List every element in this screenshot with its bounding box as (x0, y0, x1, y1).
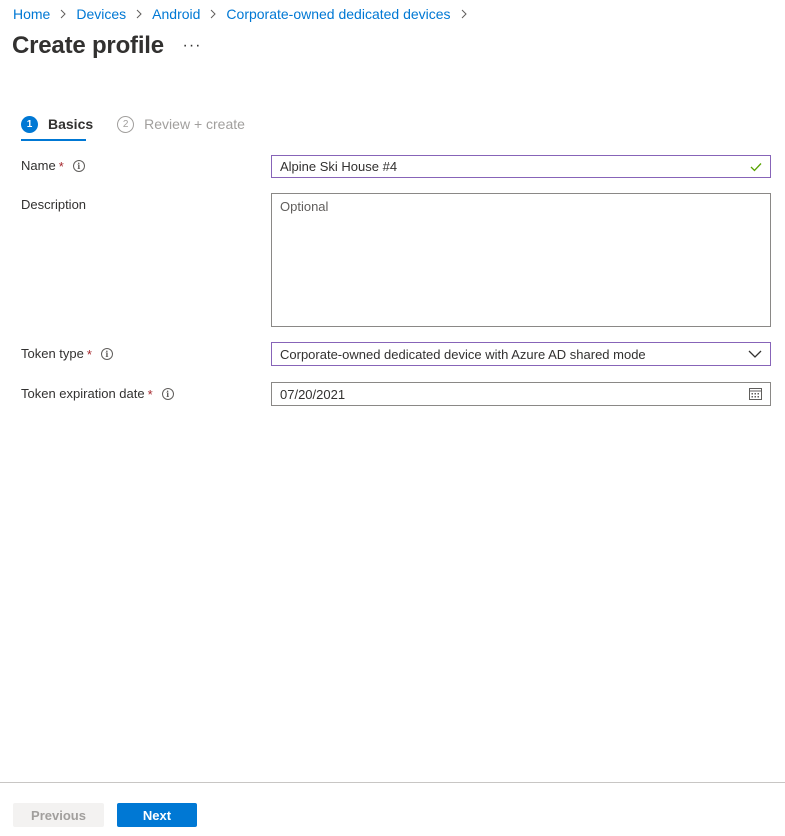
token-type-label-row: Token type * i (21, 345, 113, 363)
token-expiration-label-row: Token expiration date * i (21, 385, 174, 403)
chevron-right-icon (460, 9, 468, 19)
step-number-badge: 2 (117, 115, 135, 133)
description-placeholder: Optional (280, 199, 329, 214)
token-type-selected-value: Corporate-owned dedicated device with Az… (280, 346, 646, 362)
next-button[interactable]: Next (117, 803, 197, 827)
step-basics[interactable]: 1 Basics (21, 114, 94, 141)
description-field-label-row: Description (21, 196, 86, 214)
chevron-right-icon (59, 9, 67, 19)
page-title: Create profile (12, 32, 164, 59)
required-indicator: * (58, 158, 64, 174)
name-label: Name (21, 158, 56, 173)
token-expiration-date-label: Token expiration date (21, 386, 145, 401)
active-step-indicator (21, 139, 86, 141)
info-icon[interactable]: i (100, 348, 113, 360)
description-textarea[interactable]: Optional (271, 193, 771, 327)
chevron-right-icon (209, 9, 217, 19)
breadcrumb: Home Devices Android Corporate-owned ded… (13, 5, 477, 23)
step-number-badge: 1 (21, 115, 38, 133)
info-icon[interactable]: i (161, 388, 174, 400)
step-label: Basics (48, 116, 94, 132)
required-indicator: * (147, 386, 153, 402)
breadcrumb-home[interactable]: Home (13, 5, 50, 23)
wizard-steps: 1 Basics 2 Review + create (21, 114, 245, 141)
checkmark-icon (750, 162, 762, 172)
name-input-value: Alpine Ski House #4 (280, 159, 398, 174)
description-label: Description (21, 197, 87, 212)
breadcrumb-corporate-owned-dedicated-devices[interactable]: Corporate-owned dedicated devices (226, 5, 450, 23)
token-type-dropdown[interactable]: Corporate-owned dedicated device with Az… (271, 342, 771, 366)
name-input[interactable]: Alpine Ski House #4 (271, 155, 771, 178)
info-icon[interactable]: i (72, 160, 85, 172)
more-options-button[interactable]: ··· (180, 34, 204, 58)
name-field-label-row: Name * i (21, 157, 85, 175)
token-type-label: Token type (21, 346, 84, 361)
step-review-create[interactable]: 2 Review + create (117, 114, 245, 134)
breadcrumb-devices[interactable]: Devices (76, 5, 126, 23)
chevron-right-icon (135, 9, 143, 19)
calendar-icon[interactable] (749, 388, 762, 400)
previous-button[interactable]: Previous (13, 803, 104, 827)
token-expiration-date-value: 07/20/2021 (280, 386, 346, 402)
footer-divider (0, 782, 785, 783)
chevron-down-icon (748, 350, 762, 358)
breadcrumb-android[interactable]: Android (152, 5, 200, 23)
step-label: Review + create (144, 116, 245, 132)
token-expiration-date-input[interactable]: 07/20/2021 (271, 382, 771, 406)
required-indicator: * (86, 346, 92, 362)
